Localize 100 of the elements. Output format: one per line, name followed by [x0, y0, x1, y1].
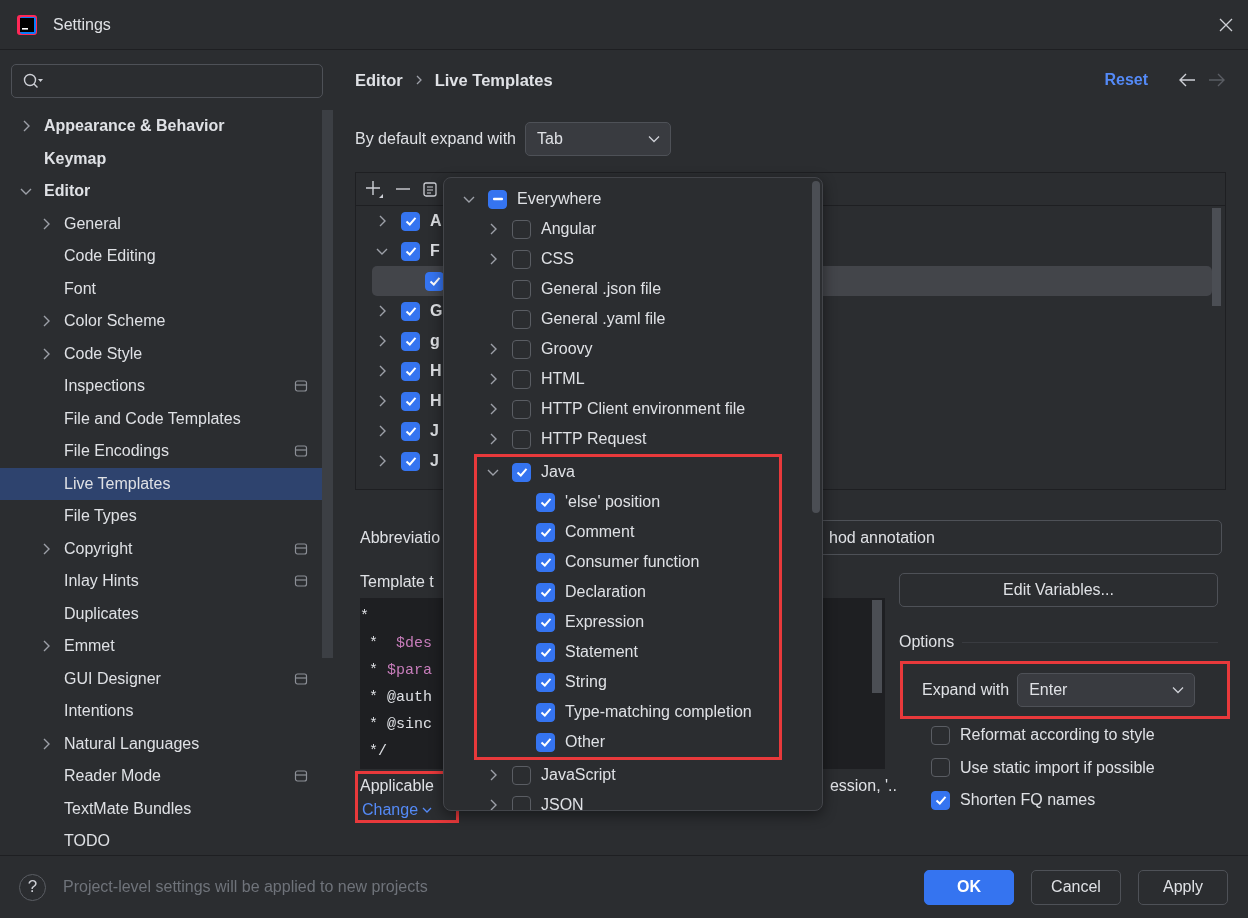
list-row[interactable]: H: [372, 356, 442, 386]
checkbox[interactable]: [512, 309, 531, 329]
checkbox[interactable]: [512, 429, 531, 449]
reset-link[interactable]: Reset: [1104, 71, 1148, 89]
tree-item[interactable]: Type-matching completion: [477, 697, 779, 727]
checkbox[interactable]: [512, 369, 531, 389]
checkbox[interactable]: [401, 421, 420, 441]
sidebar-item[interactable]: File Types: [0, 500, 322, 533]
tree-item[interactable]: Comment: [477, 517, 779, 547]
tree-item[interactable]: 'else' position: [477, 487, 779, 517]
checkbox[interactable]: [536, 642, 555, 662]
checkbox[interactable]: [536, 492, 555, 512]
add-icon[interactable]: [364, 179, 384, 199]
list-row[interactable]: A: [372, 206, 442, 236]
checkbox[interactable]: [512, 249, 531, 269]
checkbox[interactable]: [512, 795, 531, 810]
sidebar-item[interactable]: Copyright: [0, 532, 322, 565]
sidebar-item[interactable]: Emmet: [0, 630, 322, 663]
tree-item[interactable]: HTTP Client environment file: [444, 394, 822, 424]
sidebar-item[interactable]: File Encodings: [0, 435, 322, 468]
tree-item[interactable]: HTML: [444, 364, 822, 394]
tree-item[interactable]: JavaScript: [444, 760, 822, 790]
scrollbar[interactable]: [322, 110, 333, 658]
scrollbar[interactable]: [872, 600, 882, 693]
close-icon[interactable]: [1218, 16, 1234, 33]
checkbox[interactable]: [536, 582, 555, 602]
tree-item[interactable]: JSON: [444, 790, 822, 810]
breadcrumb-item[interactable]: Editor: [355, 70, 403, 90]
list-row[interactable]: G: [372, 296, 443, 326]
checkbox[interactable]: [512, 765, 531, 785]
checkbox[interactable]: [512, 462, 531, 482]
tree-item[interactable]: General .yaml file: [444, 304, 822, 334]
dialog-button[interactable]: OK: [924, 869, 1014, 905]
checkbox[interactable]: [931, 725, 950, 745]
dropdown[interactable]: Tab: [525, 122, 671, 156]
tree-item[interactable]: Angular: [444, 214, 822, 244]
tree-item[interactable]: Consumer function: [477, 547, 779, 577]
checkbox[interactable]: [536, 732, 555, 752]
list-row[interactable]: g: [372, 326, 440, 356]
search-field[interactable]: [11, 64, 323, 98]
checkbox[interactable]: [512, 339, 531, 359]
sidebar-item[interactable]: General: [0, 207, 322, 240]
checkbox[interactable]: [536, 522, 555, 542]
change-link[interactable]: Change: [362, 801, 433, 819]
sidebar-item[interactable]: GUI Designer: [0, 662, 322, 695]
sidebar-item[interactable]: Reader Mode: [0, 760, 322, 793]
tree-item[interactable]: Other: [477, 727, 779, 757]
checkbox-label[interactable]: Reformat according to style: [960, 726, 1155, 745]
checkbox[interactable]: [401, 241, 420, 261]
tree-item[interactable]: HTTP Request: [444, 424, 822, 454]
checkbox[interactable]: [536, 672, 555, 692]
checkbox[interactable]: [512, 219, 531, 239]
edit-variables-button[interactable]: Edit Variables...: [899, 573, 1218, 607]
checkbox[interactable]: [401, 361, 420, 381]
sidebar-item[interactable]: Live Templates: [0, 467, 322, 500]
sidebar-item[interactable]: Color Scheme: [0, 305, 322, 338]
copy-icon[interactable]: [422, 180, 438, 198]
sidebar-item[interactable]: Duplicates: [0, 597, 322, 630]
checkbox[interactable]: [488, 189, 507, 209]
checkbox[interactable]: [401, 391, 420, 411]
dropdown[interactable]: Enter: [1017, 673, 1196, 707]
list-row[interactable]: J: [372, 446, 439, 476]
sidebar-item[interactable]: TextMate Bundles: [0, 792, 322, 825]
scrollbar[interactable]: [1212, 208, 1221, 306]
back-arrow-icon[interactable]: [1178, 73, 1196, 87]
list-row[interactable]: H: [372, 386, 442, 416]
sidebar-item[interactable]: Code Editing: [0, 240, 322, 273]
checkbox[interactable]: [536, 702, 555, 722]
tree-item[interactable]: General .json file: [444, 274, 822, 304]
checkbox[interactable]: [931, 790, 950, 810]
sidebar-item[interactable]: Natural Languages: [0, 727, 322, 760]
scrollbar[interactable]: [812, 181, 820, 513]
sidebar-item[interactable]: Inspections: [0, 370, 322, 403]
list-row[interactable]: J: [372, 416, 439, 446]
checkbox-label[interactable]: Use static import if possible: [960, 758, 1155, 777]
checkbox[interactable]: [401, 331, 420, 351]
sidebar-item[interactable]: Editor: [0, 175, 322, 208]
tree-item[interactable]: Groovy: [444, 334, 822, 364]
dialog-button[interactable]: Apply: [1138, 869, 1228, 905]
sidebar-item[interactable]: File and Code Templates: [0, 402, 322, 435]
dialog-button[interactable]: Cancel: [1031, 869, 1121, 905]
checkbox[interactable]: [536, 552, 555, 572]
tree-item[interactable]: Java: [477, 457, 779, 487]
checkbox[interactable]: [536, 612, 555, 632]
sidebar-item[interactable]: Font: [0, 272, 322, 305]
checkbox[interactable]: [401, 211, 420, 231]
checkbox[interactable]: [931, 758, 950, 778]
checkbox-label[interactable]: Shorten FQ names: [960, 791, 1096, 810]
sidebar-item[interactable]: Inlay Hints: [0, 565, 322, 598]
tree-item[interactable]: Statement: [477, 637, 779, 667]
tree-item[interactable]: Declaration: [477, 577, 779, 607]
sidebar-item[interactable]: Intentions: [0, 695, 322, 728]
sidebar-item[interactable]: Code Style: [0, 337, 322, 370]
checkbox[interactable]: [512, 279, 531, 299]
sidebar-item[interactable]: TODO: [0, 825, 322, 858]
checkbox[interactable]: [401, 301, 420, 321]
checkbox[interactable]: [401, 451, 420, 471]
tree-item[interactable]: CSS: [444, 244, 822, 274]
sidebar-item[interactable]: Keymap: [0, 142, 322, 175]
list-row[interactable]: F: [372, 236, 440, 266]
